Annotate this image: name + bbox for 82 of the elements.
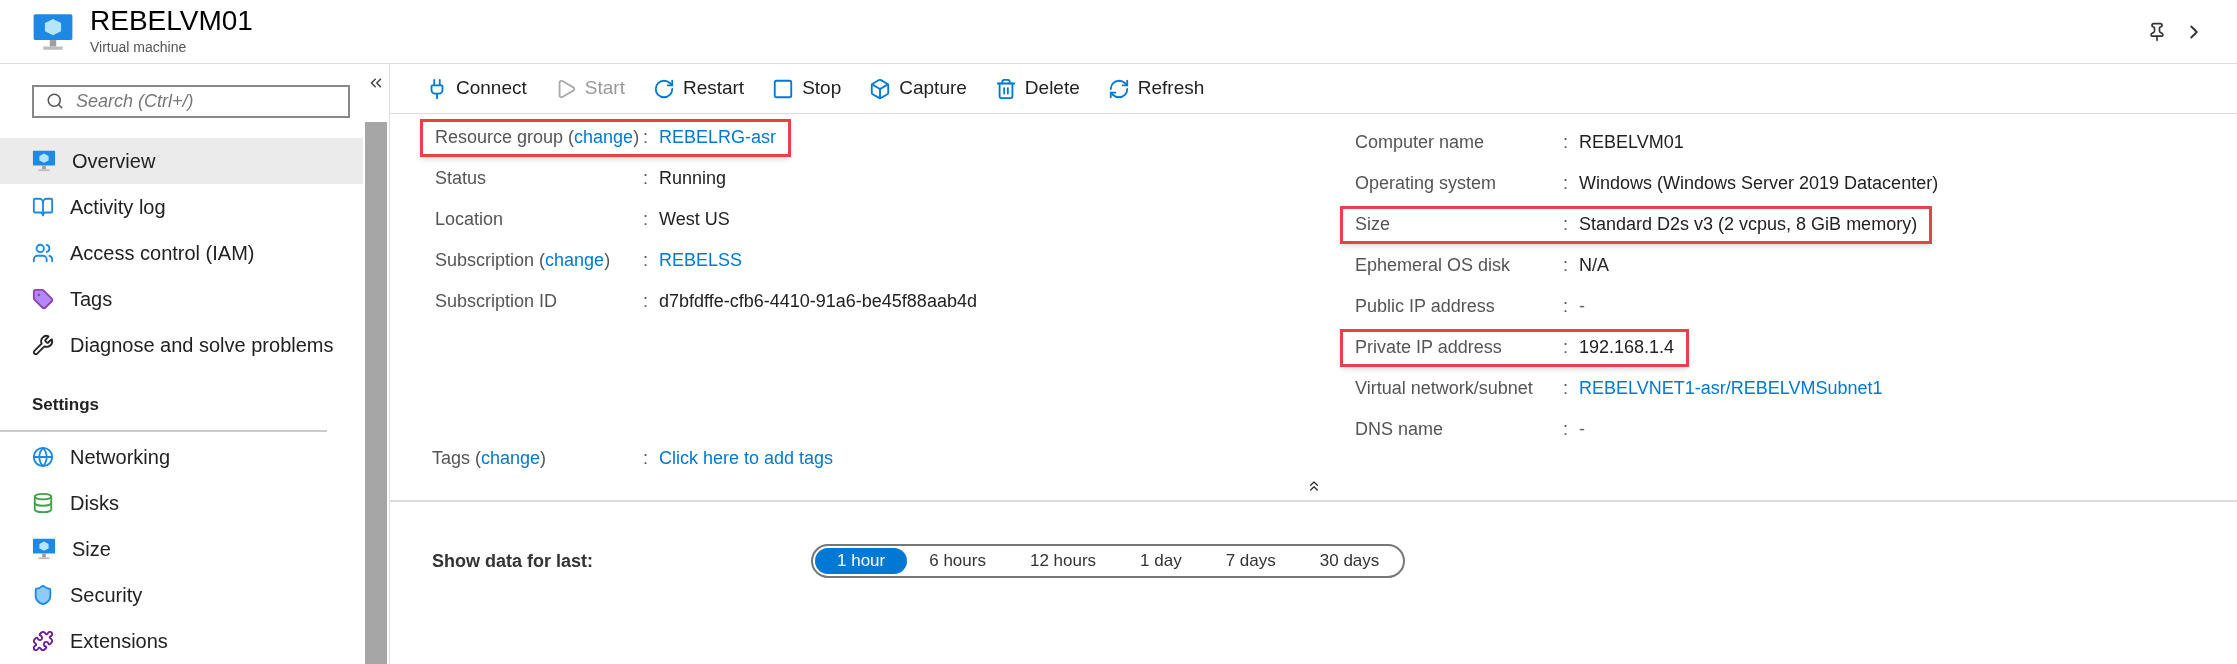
colon-separator: : (1563, 377, 1569, 400)
page-subtitle: Virtual machine (90, 38, 188, 57)
refresh-icon (1107, 77, 1130, 100)
field-label: DNS name (1355, 418, 1445, 441)
cube-icon (869, 77, 892, 100)
time-range-option[interactable]: 30 days (1297, 548, 1402, 574)
field-label: Virtual network/subnet (1355, 377, 1534, 400)
field-value: Running (659, 167, 727, 190)
monitor-icon (32, 536, 56, 561)
stop-icon (772, 77, 795, 100)
field-value: - (1579, 295, 1585, 318)
page-title: REBELVM01 (90, 5, 254, 37)
search-icon (46, 92, 64, 111)
colon-separator: : (643, 290, 649, 313)
field-label: Subscription ID (435, 290, 559, 313)
search-input: Search (Ctrl+/) (76, 87, 336, 115)
colon-separator: : (1563, 254, 1569, 277)
colon-separator: : (643, 446, 649, 470)
time-range-option[interactable]: 7 days (1203, 548, 1298, 574)
field-label: Operating system (1355, 172, 1498, 195)
field-label: Subscription (change) (435, 249, 612, 272)
field-value: REBELVM01 (1579, 131, 1684, 154)
wrench-icon (32, 334, 54, 357)
puzzle-icon (32, 630, 54, 652)
field-label: Computer name (1355, 131, 1486, 154)
book-icon (32, 196, 54, 219)
colon-separator: : (643, 167, 649, 190)
time-range-option[interactable]: 1 hour (815, 548, 908, 574)
time-range-option[interactable]: 1 day (1118, 548, 1204, 574)
shield-icon (32, 584, 54, 606)
scrollbar[interactable] (365, 122, 387, 664)
time-range-label: Show data for last: (432, 549, 593, 573)
tag-icon (32, 288, 54, 311)
field-label: Public IP address (1355, 295, 1496, 318)
field-value: N/A (1579, 254, 1609, 277)
colon-separator: : (643, 208, 649, 231)
colon-separator: : (643, 249, 649, 272)
field-value[interactable]: REBELVNET1-asr/REBELVMSubnet1 (1579, 375, 1883, 402)
colon-separator: : (643, 126, 649, 149)
field-label: Size (1355, 213, 1391, 236)
toolbar-button[interactable]: Delete (994, 74, 1080, 103)
search-field[interactable]: Search (Ctrl+/) (32, 84, 350, 118)
disk-icon (32, 491, 54, 514)
field-label: Location (435, 208, 505, 231)
section-heading: Settings (32, 395, 100, 415)
field-value: 192.168.1.4 (1579, 336, 1675, 359)
field-value[interactable]: REBELRG-asr (659, 124, 777, 151)
toolbar-button[interactable]: Refresh (1107, 74, 1205, 103)
globe-icon (32, 445, 54, 468)
pin-icon[interactable] (2147, 21, 2167, 42)
field-label: Private IP address (1355, 336, 1503, 359)
change-link[interactable]: change (574, 127, 634, 147)
field-label: Ephemeral OS disk (1355, 254, 1512, 277)
toolbar-button[interactable]: Stop (772, 74, 842, 103)
trash-icon (994, 77, 1017, 100)
field-value[interactable]: REBELSS (659, 247, 743, 274)
colon-separator: : (1563, 418, 1569, 441)
time-range-option[interactable]: 12 hours (1007, 548, 1119, 574)
people-icon (32, 242, 54, 265)
toolbar-button[interactable]: Capture (869, 74, 967, 103)
field-value: West US (659, 208, 730, 231)
restart-icon (652, 77, 675, 100)
change-link[interactable]: change (545, 250, 605, 270)
colon-separator: : (1563, 295, 1569, 318)
monitor-icon (32, 149, 56, 174)
toolbar-button[interactable]: Connect (426, 74, 527, 103)
toolbar-button[interactable]: Restart (652, 74, 745, 103)
change-link[interactable]: change (481, 447, 541, 468)
field-value: - (1579, 418, 1585, 441)
time-range-option[interactable]: 6 hours (907, 548, 1008, 574)
colon-separator: : (1563, 131, 1569, 154)
sidebar-item[interactable]: Overview (0, 138, 363, 185)
colon-separator: : (1563, 213, 1569, 236)
field-label: Resource group (change) (435, 126, 641, 149)
add-tags-link[interactable]: Click here to add tags (659, 444, 834, 472)
field-value: Standard D2s v3 (2 vcpus, 8 GiB memory) (1579, 213, 1918, 236)
field-value: d7bfdffe-cfb6-4410-91a6-be45f88aab4d (659, 290, 977, 313)
field-label: Status (435, 167, 488, 190)
colon-separator: : (1563, 336, 1569, 359)
field-value: Windows (Windows Server 2019 Datacenter) (1579, 172, 1939, 195)
field-label: Tags (change) (432, 446, 548, 470)
colon-separator: : (1563, 172, 1569, 195)
